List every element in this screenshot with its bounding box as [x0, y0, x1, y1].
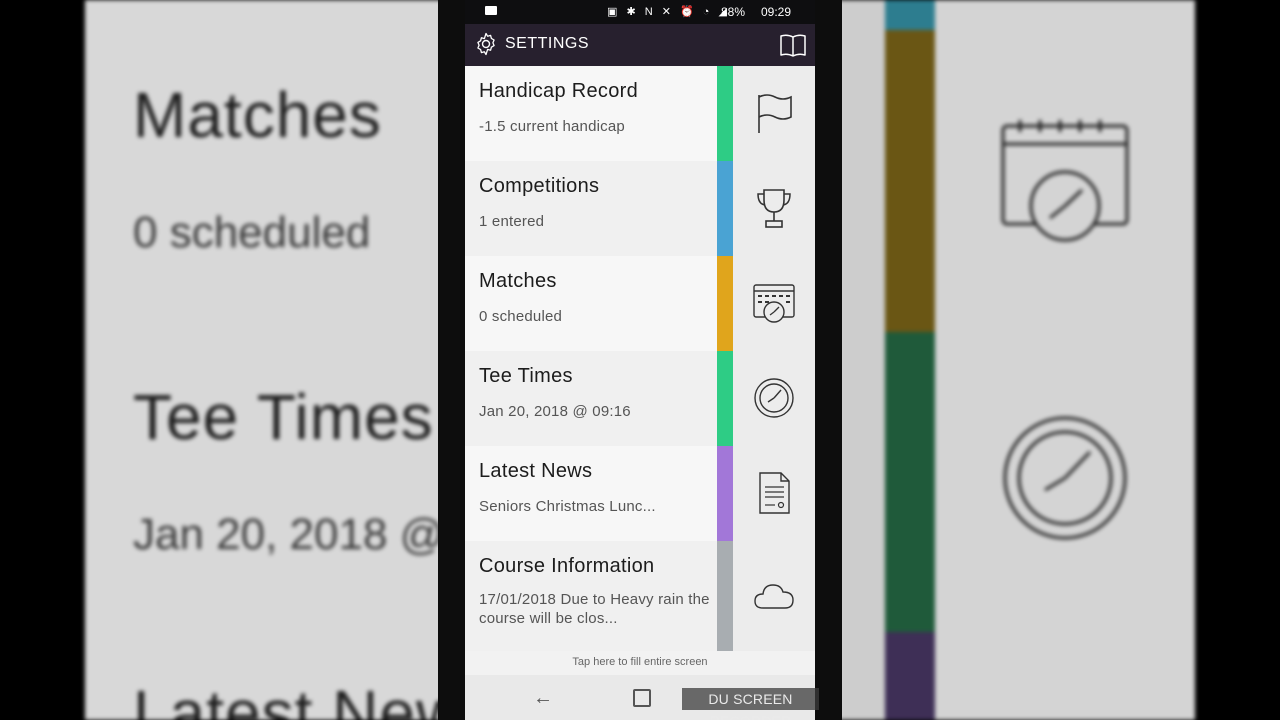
background-zoom-left: Matches 0 scheduled Tee Times Jan 20, 20… — [85, 0, 567, 720]
list-item-title: Matches — [479, 270, 557, 292]
bg-subtitle-matches: 0 scheduled — [133, 208, 371, 257]
list-item-title: Handicap Record — [479, 80, 639, 102]
trophy-icon — [757, 189, 791, 228]
bg-calendar-clock-icon — [1001, 120, 1129, 242]
list-item-title: Tee Times — [479, 365, 573, 387]
cloud-icon — [754, 584, 794, 609]
list-item-subtitle: Jan 20, 2018 @ 09:16 — [479, 403, 631, 420]
list-item-title: Competitions — [479, 175, 600, 197]
list-item-text: Course Information 17/01/2018 Due to Hea… — [479, 555, 714, 628]
app-bar: SETTINGS — [465, 24, 815, 66]
list-item-matches[interactable]: Matches 0 scheduled — [465, 256, 815, 351]
bg-stripe-purple — [885, 632, 935, 720]
gear-icon[interactable] — [474, 32, 498, 56]
list-item-subtitle: 1 entered — [479, 213, 545, 230]
bg-stripe-blue — [885, 0, 935, 30]
screen-recording-frame: Matches 0 scheduled Tee Times Jan 20, 20… — [0, 0, 1280, 720]
settings-title[interactable]: SETTINGS — [505, 35, 589, 53]
clock-refresh-icon — [754, 378, 794, 418]
recent-apps-icon[interactable] — [633, 689, 651, 707]
back-arrow-icon[interactable]: ← — [533, 687, 553, 710]
color-bar-green — [717, 351, 733, 446]
color-bar-yellow — [717, 256, 733, 351]
icon-panel — [733, 256, 815, 351]
icon-panel — [733, 161, 815, 256]
list-item-course-information[interactable]: Course Information 17/01/2018 Due to Hea… — [465, 541, 815, 651]
list-item-subtitle: 17/01/2018 Due to Heavy rain the course … — [479, 591, 710, 627]
color-bar-grey — [717, 541, 733, 651]
phone-screen: ▣ ✱ N ✕ ⏰ ◔ ◢ 88% 09:29 SETTINGS Handica… — [465, 0, 815, 720]
status-time: 09:29 — [761, 5, 792, 19]
status-bar: ▣ ✱ N ✕ ⏰ ◔ ◢ 88% 09:29 — [465, 0, 815, 24]
list-item-competitions[interactable]: Competitions 1 entered — [465, 161, 815, 256]
book-icon[interactable] — [779, 32, 807, 58]
color-bar-green — [717, 66, 733, 161]
icon-panel — [733, 66, 815, 161]
list-item-subtitle: -1.5 current handicap — [479, 118, 625, 135]
bg-stripe-green — [885, 332, 935, 632]
flag-icon — [758, 94, 792, 133]
calendar-clock-icon — [753, 284, 795, 323]
list-item-text: Tee Times Jan 20, 2018 @ 09:16 — [479, 365, 714, 421]
list-item-title: Course Information — [479, 555, 655, 577]
color-bar-blue — [717, 161, 733, 256]
color-bar-purple — [717, 446, 733, 541]
list-item-text: Competitions 1 entered — [479, 175, 714, 231]
list-item-handicap-record[interactable]: Handicap Record -1.5 current handicap — [465, 66, 815, 161]
list-item-subtitle: Seniors Christmas Lunc... — [479, 498, 656, 515]
status-icons: ▣ ✱ N ✕ ⏰ ◔ ◢ — [607, 6, 730, 18]
list-item-title: Latest News — [479, 460, 593, 482]
video-camera-icon — [485, 6, 497, 15]
battery-level: 88% — [721, 5, 746, 19]
bg-title-tee-times: Tee Times — [133, 381, 434, 453]
list-item-text: Matches 0 scheduled — [479, 270, 714, 326]
icon-panel — [733, 351, 815, 446]
bg-icon-area — [935, 0, 1195, 720]
list-item-latest-news[interactable]: Latest News Seniors Christmas Lunc... — [465, 446, 815, 541]
bg-stripe-yellow — [885, 30, 935, 332]
recorder-watermark: DU SCREEN RECORDER — [682, 688, 819, 720]
fill-screen-hint[interactable]: Tap here to fill entire screen — [465, 651, 815, 675]
bg-clock-refresh-icon — [1003, 416, 1127, 540]
list-item-tee-times[interactable]: Tee Times Jan 20, 2018 @ 09:16 — [465, 351, 815, 446]
list-item-text: Handicap Record -1.5 current handicap — [479, 80, 714, 136]
icon-panel — [733, 541, 815, 651]
document-icon — [759, 472, 790, 514]
icon-panel — [733, 446, 815, 541]
list-item-subtitle: 0 scheduled — [479, 308, 563, 325]
list-item-text: Latest News Seniors Christmas Lunc... — [479, 460, 714, 516]
bg-title-matches: Matches — [133, 79, 382, 151]
